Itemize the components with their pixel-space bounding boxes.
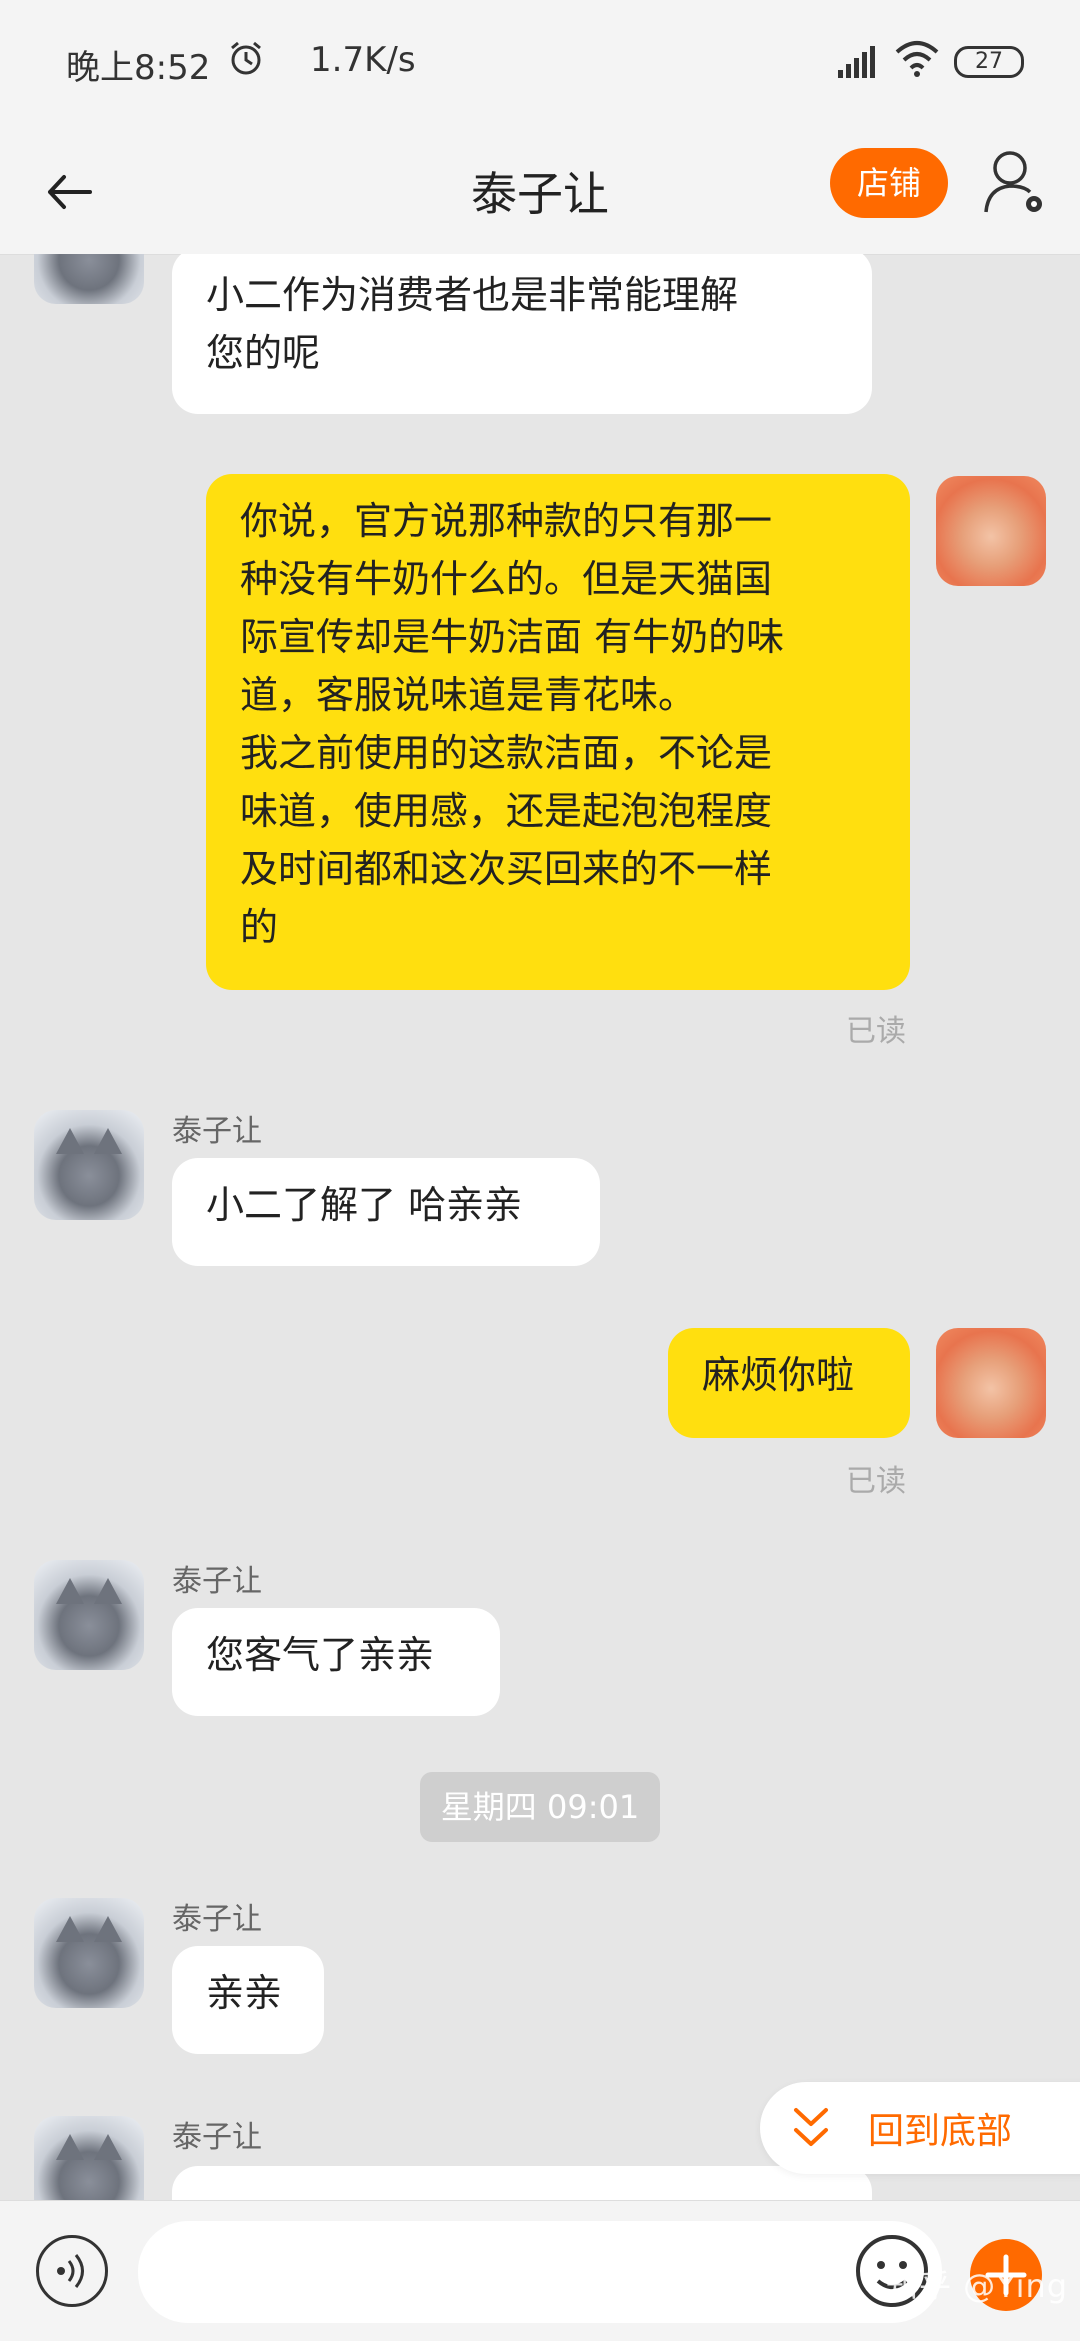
sender-name: 泰子让 xyxy=(172,2120,262,2155)
battery-indicator: 27 xyxy=(954,46,1024,78)
user-settings-icon[interactable] xyxy=(982,148,1048,218)
double-chevron-down-icon xyxy=(794,2108,828,2146)
message-text: 麻烦你啦 xyxy=(702,1353,855,1397)
message-bubble-incoming[interactable]: 小二了解了 哈亲亲 xyxy=(172,1158,600,1266)
message-text: 你说，官方说那种款的只有那一 种没有牛奶什么的。但是天猫国 际宣传却是牛奶洁面 … xyxy=(240,499,785,949)
voice-button[interactable] xyxy=(36,2235,108,2307)
contact-avatar[interactable] xyxy=(34,1110,144,1220)
signal-icon xyxy=(838,46,875,78)
scroll-to-bottom-label: 回到底部 xyxy=(868,2111,1013,2152)
wifi-icon xyxy=(895,41,939,77)
sender-name: 泰子让 xyxy=(172,1114,262,1149)
contact-avatar[interactable] xyxy=(34,254,144,304)
voice-icon xyxy=(57,2254,84,2288)
sender-name: 泰子让 xyxy=(172,1564,262,1599)
status-time: 晚上8:52 xyxy=(66,48,211,88)
my-avatar[interactable] xyxy=(936,476,1046,586)
network-speed: 1.7K/s xyxy=(310,40,416,80)
message-text: 小二作为消费者也是非常能理解 您的呢 xyxy=(206,273,739,375)
message-text: 您客气了亲亲 xyxy=(206,1633,435,1677)
message-bubble-incoming[interactable]: 您客气了亲亲 xyxy=(172,1608,500,1716)
my-avatar[interactable] xyxy=(936,1328,1046,1438)
alarm-icon xyxy=(231,41,261,75)
message-text: 小二了解了 哈亲亲 xyxy=(206,1183,523,1227)
watermark: 知乎 @Ying xyxy=(886,2267,1069,2305)
message-list[interactable]: 小二作为消费者也是非常能理解 您的呢 你说，官方说那种款的只有那一 种没有牛奶什… xyxy=(0,254,1080,2200)
message-bubble-incoming[interactable]: 小二作为消费者也是非常能理解 您的呢 xyxy=(172,254,872,414)
message-text: 亲亲 xyxy=(206,1971,283,2015)
status-bar: 晚上8:52 1.7K/s 27 xyxy=(0,0,1080,128)
time-divider: 星期四 09:01 xyxy=(420,1772,660,1842)
shop-button[interactable]: 店铺 xyxy=(830,148,948,218)
message-bubble-incoming[interactable]: 亲亲 xyxy=(172,1946,324,2054)
chat-header: 泰子让 店铺 xyxy=(0,128,1080,255)
message-bubble-outgoing[interactable]: 麻烦你啦 xyxy=(668,1328,910,1438)
read-status: 已读 xyxy=(846,1464,906,1499)
message-bubble-outgoing[interactable]: 你说，官方说那种款的只有那一 种没有牛奶什么的。但是天猫国 际宣传却是牛奶洁面 … xyxy=(206,474,910,990)
input-bar: 知乎 @Ying xyxy=(0,2200,1080,2341)
contact-avatar[interactable] xyxy=(34,1898,144,2008)
scroll-to-bottom-button[interactable]: 回到底部 xyxy=(760,2082,1080,2174)
sender-name: 泰子让 xyxy=(172,1902,262,1937)
read-status: 已读 xyxy=(846,1014,906,1049)
contact-avatar[interactable] xyxy=(34,1560,144,1670)
message-bubble-incoming[interactable] xyxy=(172,2166,872,2200)
message-input[interactable] xyxy=(138,2221,942,2323)
contact-avatar[interactable] xyxy=(34,2116,144,2200)
